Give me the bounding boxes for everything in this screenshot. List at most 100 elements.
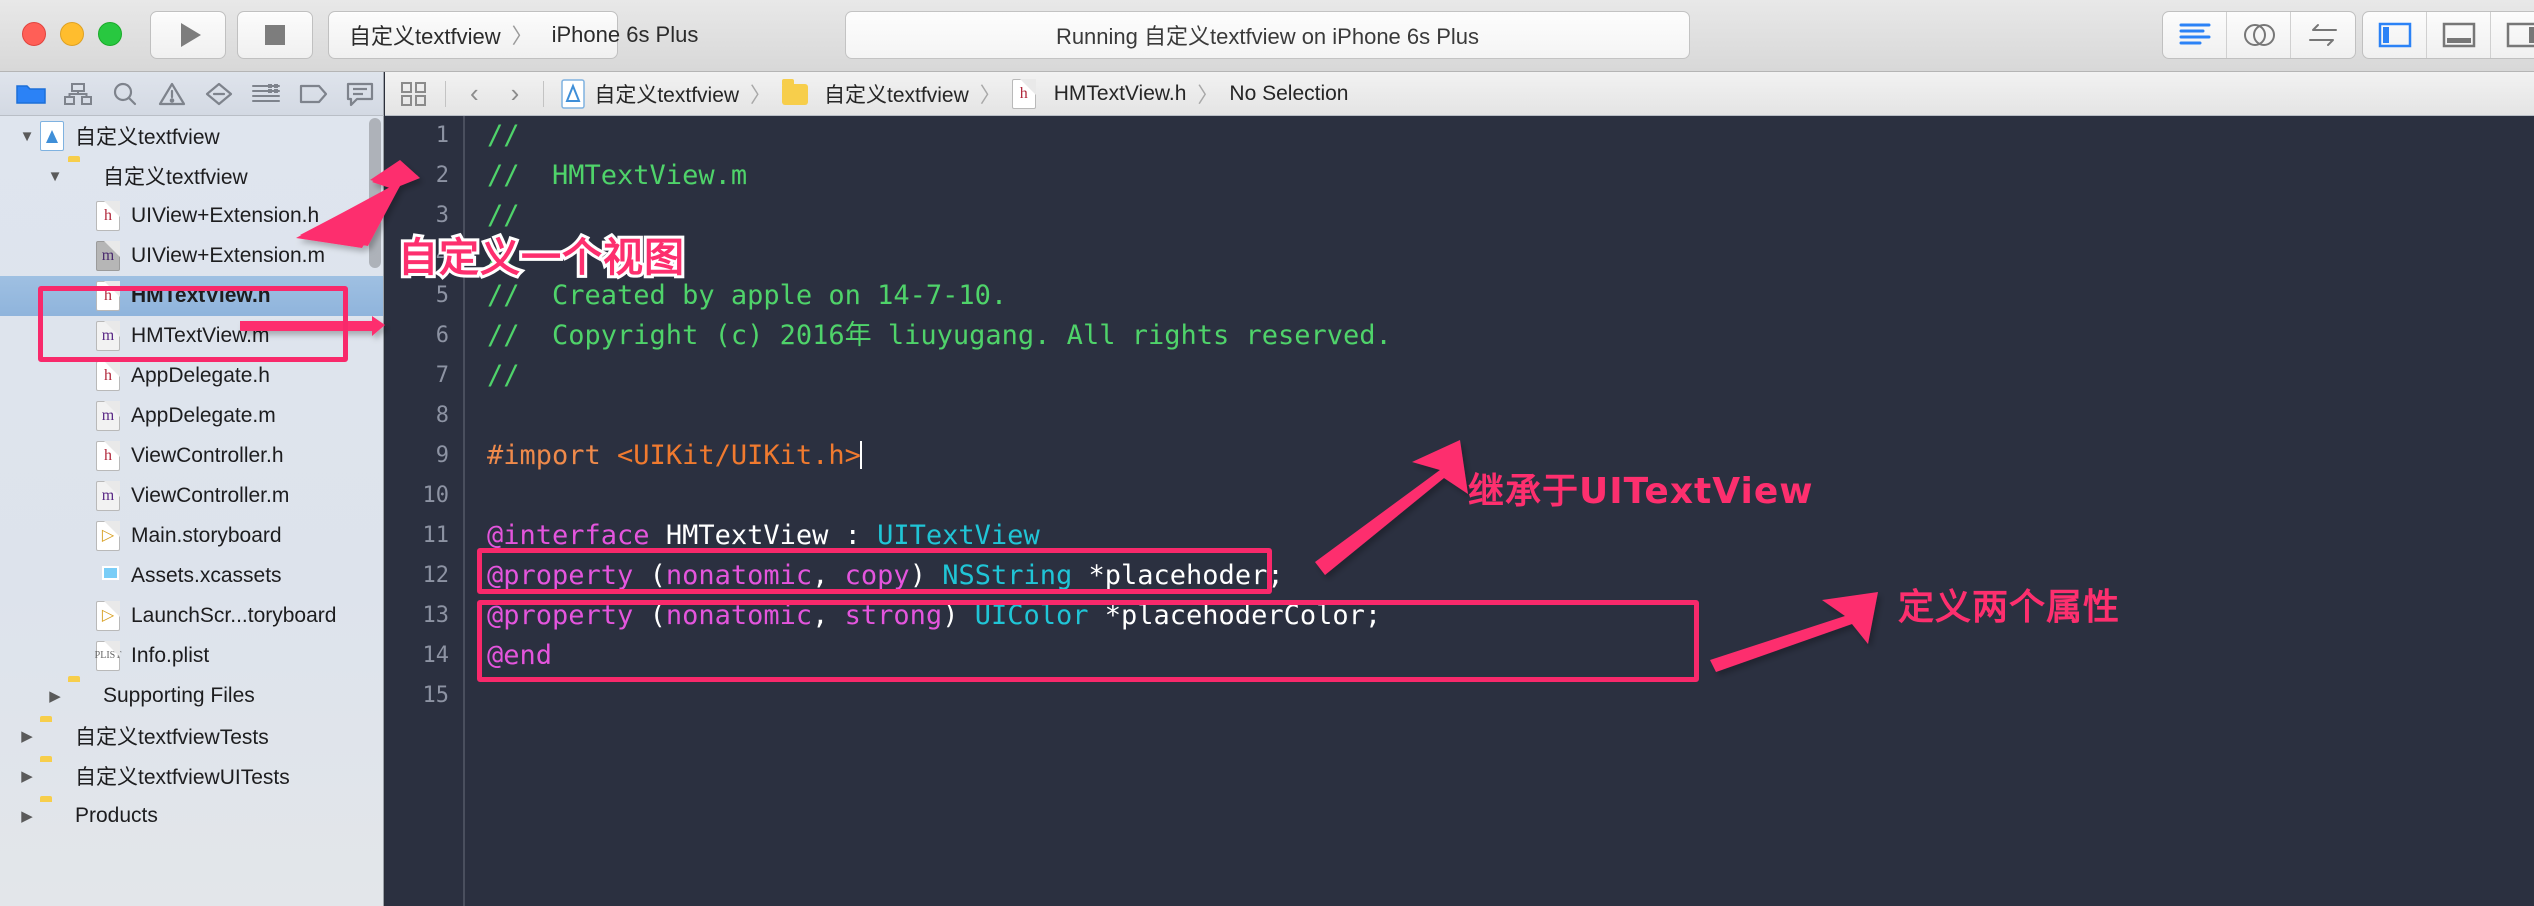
disclosure-triangle: · bbox=[70, 448, 96, 465]
breadcrumb-project[interactable]: 自定义textfview bbox=[552, 72, 748, 116]
navigator-row-products[interactable]: ▶ Products bbox=[0, 796, 383, 836]
report-navigator-icon[interactable] bbox=[336, 72, 383, 116]
navigator-row-uiview-extension.m[interactable]: ·m UIView+Extension.m bbox=[0, 236, 383, 276]
navigator-row-main.storyboard[interactable]: ·▷ Main.storyboard bbox=[0, 516, 383, 556]
code-line[interactable]: // bbox=[487, 236, 2534, 276]
navigator-row--textfview[interactable]: ▼ 自定义textfview bbox=[0, 116, 383, 156]
disclosure-triangle[interactable]: ▶ bbox=[14, 807, 40, 825]
assistant-editor-button[interactable] bbox=[2227, 12, 2291, 58]
code-token: #import bbox=[487, 440, 618, 471]
window-titlebar: 自定义textfview 〉 iPhone 6s Plus Running 自定… bbox=[0, 0, 2534, 72]
version-editor-button[interactable] bbox=[2291, 12, 2355, 58]
minimize-window-button[interactable] bbox=[60, 22, 84, 46]
navigator-scrollbar[interactable] bbox=[369, 118, 381, 268]
navigator-row-viewcontroller.m[interactable]: ·m ViewController.m bbox=[0, 476, 383, 516]
code-token: @property bbox=[487, 600, 650, 631]
navigator-row-supporting-files[interactable]: ▶ Supporting Files bbox=[0, 676, 383, 716]
navigator-row-uiview-extension.h[interactable]: ·h UIView+Extension.h bbox=[0, 196, 383, 236]
standard-editor-icon bbox=[2179, 23, 2210, 45]
code-line[interactable]: @property (nonatomic, strong) UIColor *p… bbox=[487, 596, 2534, 636]
code-line[interactable]: // bbox=[487, 356, 2534, 396]
scheme-selector[interactable]: 自定义textfview 〉 iPhone 6s Plus bbox=[328, 11, 698, 59]
code-token: ) bbox=[909, 560, 943, 591]
jump-bar: ‹ › 自定义textfview 〉 自定义textfview 〉 h HMTe… bbox=[385, 72, 2534, 116]
disclosure-triangle[interactable]: ▼ bbox=[42, 168, 68, 185]
code-line[interactable]: @end bbox=[487, 636, 2534, 676]
navigate-forward-button[interactable]: › bbox=[495, 78, 536, 109]
breadcrumb-file[interactable]: h HMTextView.h bbox=[1003, 72, 1196, 116]
run-button[interactable] bbox=[150, 11, 226, 59]
line-number: 9 bbox=[435, 443, 449, 468]
navigator-row-appdelegate.m[interactable]: ·m AppDelegate.m bbox=[0, 396, 383, 436]
code-token: // Created by apple on 14-7-10. bbox=[487, 280, 1008, 311]
line-number: 6 bbox=[435, 323, 449, 348]
navigator-row-info.plist[interactable]: ·PLIST Info.plist bbox=[0, 636, 383, 676]
code-line[interactable] bbox=[487, 396, 2534, 436]
code-line[interactable]: @property (nonatomic, copy) NSString *pl… bbox=[487, 556, 2534, 596]
code-token: nonatomic bbox=[665, 600, 813, 631]
navigate-back-button[interactable]: ‹ bbox=[454, 78, 495, 109]
code-line[interactable]: // Copyright (c) 2016年 liuyugang. All ri… bbox=[487, 316, 2534, 356]
navigator-row-launchscr...toryboard[interactable]: ·▷ LaunchScr...toryboard bbox=[0, 596, 383, 636]
navigator-row-label: Products bbox=[75, 804, 158, 827]
code-line[interactable]: // Created by apple on 14-7-10. bbox=[487, 276, 2534, 316]
navigator-row-label: UIView+Extension.m bbox=[131, 244, 325, 267]
close-window-button[interactable] bbox=[22, 22, 46, 46]
xcode-window: 自定义textfview 〉 iPhone 6s Plus Running 自定… bbox=[0, 0, 2534, 906]
navigator-row-label: Supporting Files bbox=[103, 684, 255, 707]
code-line[interactable]: // bbox=[487, 116, 2534, 156]
test-navigator-icon[interactable] bbox=[196, 72, 243, 116]
maximize-window-button[interactable] bbox=[98, 22, 122, 46]
breadcrumb-selection-label: No Selection bbox=[1229, 81, 1349, 105]
jump-bar-divider bbox=[445, 80, 446, 107]
code-token: HMTextView bbox=[665, 520, 845, 551]
disclosure-triangle[interactable]: ▶ bbox=[42, 687, 68, 705]
navigator-row-hmtextview.h[interactable]: ·h HMTextView.h bbox=[0, 276, 383, 316]
disclosure-triangle[interactable]: ▼ bbox=[14, 128, 40, 145]
navigator-row-hmtextview.m[interactable]: ·m HMTextView.m bbox=[0, 316, 383, 356]
project-navigator-icon[interactable] bbox=[8, 72, 55, 116]
symbol-navigator-icon[interactable] bbox=[55, 72, 102, 116]
utilities-toggle-button[interactable] bbox=[2491, 12, 2534, 58]
navigator-toggle-button[interactable] bbox=[2363, 12, 2427, 58]
code-line[interactable] bbox=[487, 676, 2534, 716]
issue-navigator-icon[interactable] bbox=[149, 72, 196, 116]
scheme-destination-label: iPhone 6s Plus bbox=[551, 22, 699, 47]
navigator-row-assets.xcassets[interactable]: · Assets.xcassets bbox=[0, 556, 383, 596]
navigator-row-appdelegate.h[interactable]: ·h AppDelegate.h bbox=[0, 356, 383, 396]
navigator-row-label: 自定义textfview bbox=[75, 126, 220, 149]
disclosure-triangle[interactable]: ▶ bbox=[14, 727, 40, 745]
project-navigator[interactable]: ▼自定义textfview▼自定义textfview·hUIView+Exten… bbox=[0, 116, 384, 906]
navigator-row--textfview[interactable]: ▼ 自定义textfview bbox=[0, 156, 383, 196]
navigator-row-viewcontroller.h[interactable]: ·h ViewController.h bbox=[0, 436, 383, 476]
source-editor[interactable]: 1 2 3 4 5 6 7 8 9 10 11 12 13 14 15 //// HMTextView.m /… bbox=[385, 116, 2534, 906]
navigator-row-label: AppDelegate.m bbox=[131, 404, 276, 427]
header-file-icon: h bbox=[96, 441, 120, 471]
stop-button[interactable] bbox=[237, 11, 313, 59]
code-token: ( bbox=[649, 560, 666, 591]
code-token: @interface bbox=[487, 520, 666, 551]
plist-file-icon: PLIST bbox=[95, 641, 121, 671]
related-items-button[interactable] bbox=[391, 72, 437, 116]
disclosure-triangle: · bbox=[70, 648, 96, 665]
debug-area-toggle-button[interactable] bbox=[2427, 12, 2491, 58]
text-cursor bbox=[859, 441, 862, 469]
breadcrumb-folder[interactable]: 自定义textfview bbox=[773, 72, 978, 116]
code-line[interactable]: @interface HMTextView : UITextView bbox=[487, 516, 2534, 556]
navigator-row--textfviewtests[interactable]: ▶ 自定义textfviewTests bbox=[0, 716, 383, 756]
disclosure-triangle[interactable]: ▶ bbox=[14, 767, 40, 785]
find-navigator-icon[interactable] bbox=[102, 72, 149, 116]
navigator-row-label: LaunchScr...toryboard bbox=[131, 604, 337, 627]
editor-mode-group bbox=[2162, 11, 2356, 59]
code-line[interactable]: // bbox=[487, 196, 2534, 236]
debug-navigator-icon[interactable] bbox=[242, 72, 289, 116]
navigator-row--textfviewuitests[interactable]: ▶ 自定义textfviewUITests bbox=[0, 756, 383, 796]
scheme-project-label: 自定义textfview bbox=[349, 24, 501, 49]
code-token: ( bbox=[649, 600, 666, 631]
navigator-row-label: 自定义textfviewTests bbox=[75, 726, 269, 749]
standard-editor-button[interactable] bbox=[2163, 12, 2227, 58]
breakpoint-navigator-icon[interactable] bbox=[289, 72, 336, 116]
code-line[interactable]: // HMTextView.m bbox=[487, 156, 2534, 196]
breadcrumb-selection[interactable]: No Selection bbox=[1220, 72, 1357, 116]
breadcrumb-project-label: 自定义textfview bbox=[594, 83, 740, 107]
